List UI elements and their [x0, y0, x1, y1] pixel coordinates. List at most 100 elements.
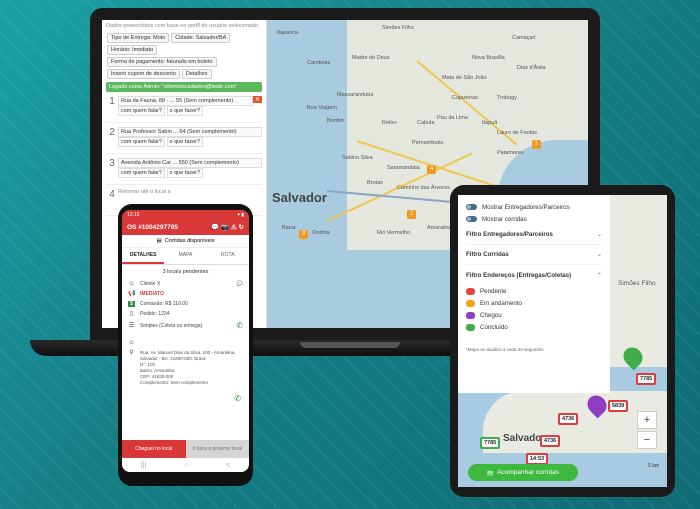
address-field[interactable]: Rua da Fauna, 88 - ... 55 (Sem complemen…	[118, 96, 253, 106]
status-bar: 13:15 ▾ ▮	[122, 210, 249, 219]
service-type: Simples (Coleta ou entrega)	[140, 322, 203, 329]
chevron-down-icon: ⌄	[596, 231, 602, 238]
legend-item[interactable]: Pendente	[466, 285, 602, 297]
toggle-row[interactable]: Mostrar corridas	[466, 213, 602, 225]
status-icons: ▾ ▮	[237, 211, 244, 218]
toggle-switch[interactable]	[466, 216, 477, 222]
map-label: Trobogy	[497, 95, 517, 101]
stop-number: 3	[109, 158, 115, 169]
chip-coupon[interactable]: Inserir cupom de desconto	[107, 69, 180, 79]
map-label: Salvador	[272, 190, 327, 205]
who-field[interactable]: com quem falar?	[118, 137, 165, 147]
tab-details[interactable]: DETALHES	[122, 248, 165, 264]
chip-city[interactable]: Cidade: Salvador/BA	[171, 33, 231, 43]
delivery-badge[interactable]: 4736	[558, 413, 579, 425]
map-label: Simões Filho	[382, 25, 414, 31]
chip-schedule[interactable]: Horário: Imediato	[107, 45, 158, 55]
chip-payment[interactable]: Forma de pagamento: faturado em boleto	[107, 57, 217, 67]
stop-number: 4	[109, 189, 115, 200]
map-label: Boa Viagem	[307, 105, 337, 111]
tablet: Simões Filho Salvador 7785 4736 5839 473…	[450, 185, 675, 497]
phone-screen: 13:15 ▾ ▮ OS #1004297785 💬 📷 ⚠ ↻ ▤ Corrida…	[122, 210, 249, 472]
what-field[interactable]: o que fazer?	[166, 168, 204, 178]
what-field[interactable]: o que fazer?	[166, 137, 204, 147]
camera-icon[interactable]: 📷	[221, 224, 229, 231]
map-label: Saramandaia	[387, 165, 420, 171]
status-dot	[466, 311, 475, 319]
map-label: Dias d'Ávila	[517, 65, 546, 71]
map-label: Nova Brasília	[472, 55, 505, 61]
map-label: Brotas	[367, 180, 383, 186]
header-actions: 💬 📷 ⚠ ↻	[211, 223, 244, 231]
recent-apps-button[interactable]: |||	[141, 462, 146, 469]
client-name: Cliente X	[140, 281, 161, 287]
laptop-notch	[300, 342, 400, 348]
map-pin-marker[interactable]: 4	[427, 165, 436, 174]
pending-count: 3 locais pendentes	[162, 269, 209, 275]
filter-section-header[interactable]: Filtro Endereços (Entregas/Coletas) ⌃	[466, 265, 602, 285]
megaphone-icon: 📢	[128, 291, 136, 297]
legend-item[interactable]: Concluído	[466, 321, 602, 333]
toggle-row[interactable]: Mostrar Entregadores/Parceiros	[466, 201, 602, 213]
chat-icon[interactable]: 💬	[211, 224, 219, 231]
stop-row: 1 Rua da Fauna, 88 - ... 55 (Sem complem…	[106, 92, 262, 123]
map-label: Salvador	[503, 433, 546, 444]
map-pin-marker[interactable]: 1	[532, 140, 541, 149]
follow-rides-button[interactable]: ▤ Acompanhar corridas	[468, 464, 578, 481]
legend-item[interactable]: Chegou	[466, 309, 602, 321]
map-pin-marker[interactable]: 3	[299, 230, 308, 239]
arrived-button[interactable]: Cheguei no local	[122, 440, 186, 458]
back-button[interactable]: <	[226, 462, 230, 469]
map-label: Cajazeiras	[452, 95, 478, 101]
alert-icon[interactable]: ⚠	[231, 224, 237, 231]
map-label: Massaranduba	[337, 92, 374, 98]
next-location-button[interactable]: Ir para o próximo local	[185, 440, 249, 458]
delete-stop-button[interactable]: ✕	[252, 96, 262, 103]
stop-row: 3 Avenida Antônio Car ... 550 (Sem compl…	[106, 154, 262, 185]
tab-route[interactable]: ROTA	[207, 248, 249, 264]
tab-map[interactable]: MAPA	[164, 248, 206, 264]
location-pin-icon: ⚲	[129, 350, 134, 356]
stop-number: 1	[109, 96, 115, 107]
zoom-in-button[interactable]: +	[637, 411, 657, 429]
detail-row: $ Comissão: R$ 110,00	[122, 299, 249, 309]
list-icon: ▤	[156, 238, 162, 244]
chat-icon[interactable]: 💬	[237, 281, 243, 287]
delivery-badge[interactable]: 7785	[636, 373, 657, 385]
map-label: Lauro de Freitas	[497, 130, 538, 136]
detail-row: ☰ Simples (Coleta ou entrega) ✆	[122, 319, 249, 332]
user-icon: ☺	[128, 340, 135, 346]
phone-call-icon[interactable]: ✆	[234, 394, 241, 403]
what-field[interactable]: o que fazer?	[166, 106, 204, 116]
delivery-badge[interactable]: 5839	[608, 400, 629, 412]
detail-row: 📢 IMEDIATO	[122, 289, 249, 299]
chip-delivery-type[interactable]: Tipo de Entrega: Moto	[107, 33, 170, 43]
who-field[interactable]: com quem falar?	[118, 106, 165, 116]
zoom-out-button[interactable]: −	[637, 431, 657, 449]
return-option[interactable]: Retornar até o local a	[118, 189, 262, 195]
address-field[interactable]: Rua Professor Sabin ... 64 (Sem compleme…	[118, 127, 262, 137]
refresh-icon[interactable]: ↻	[239, 224, 244, 231]
home-button[interactable]: ○	[184, 462, 188, 469]
status-dot	[466, 299, 475, 307]
toggle-switch[interactable]	[466, 204, 477, 210]
who-field[interactable]: com quem falar?	[118, 168, 165, 178]
map-label: Itapuã	[482, 120, 498, 126]
order-number: Pedido: 1234	[140, 311, 170, 317]
map-label: Pau da Lima	[437, 115, 468, 121]
chevron-down-icon: ⌄	[596, 251, 602, 258]
notice-text: Dados preenchidos com base no perfil do …	[106, 23, 258, 29]
address-field[interactable]: Avenida Antônio Car ... 550 (Sem complem…	[118, 158, 262, 168]
detail-row: ☺ Cliente X 💬	[122, 279, 249, 289]
delivery-badge[interactable]: 7785	[480, 437, 501, 449]
filter-section-header[interactable]: Filtro Entregadores/Parceiros ⌄	[466, 225, 602, 245]
detail-row: ☺	[122, 338, 249, 348]
delivery-badge[interactable]: 4736	[540, 435, 561, 447]
detail-row: ▯ Pedido: 1234	[122, 309, 249, 319]
legend-item[interactable]: Em andamento	[466, 297, 602, 309]
chip-details[interactable]: Detalhes	[181, 69, 212, 79]
map-label: Retiro	[382, 120, 397, 126]
map-pin-marker[interactable]: 2	[407, 210, 416, 219]
filter-section-header[interactable]: Filtro Corridas ⌄	[466, 245, 602, 265]
phone-call-icon[interactable]: ✆	[236, 321, 243, 330]
